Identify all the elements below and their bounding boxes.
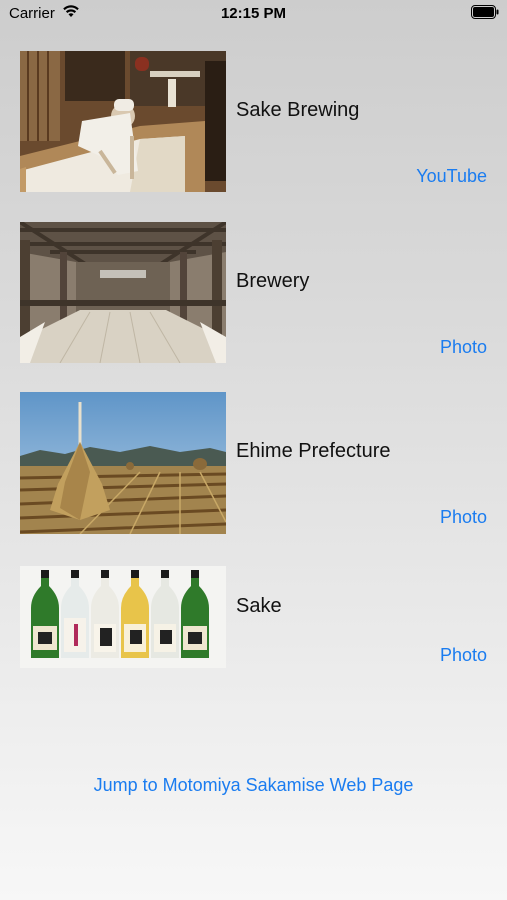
item-title: Sake Brewing [236,99,360,121]
photo-link[interactable]: Photo [440,507,487,528]
sake-bottles-photo [20,566,226,668]
photo-link[interactable]: Photo [440,645,487,666]
sake-brewing-photo [20,51,226,192]
status-time: 12:15 PM [220,5,287,22]
list-item-sake-brewing[interactable]: Sake Brewing YouTube [20,51,490,192]
list-item-ehime-prefecture[interactable]: Ehime Prefecture Photo [20,392,490,534]
item-title: Sake [236,595,282,617]
brewery-interior-photo [20,222,226,363]
jump-to-web-page-link[interactable]: Jump to Motomiya Sakamise Web Page [0,775,507,796]
battery-icon [471,5,499,23]
youtube-link[interactable]: YouTube [416,166,487,187]
list-item-brewery[interactable]: Brewery Photo [20,222,490,363]
status-bar: Carrier 12:15 PM [0,0,507,30]
item-title: Brewery [236,270,310,292]
photo-link[interactable]: Photo [440,337,487,358]
item-title: Ehime Prefecture [236,440,391,462]
list-item-sake[interactable]: Sake Photo [20,566,490,668]
rice-field-photo [20,392,226,534]
